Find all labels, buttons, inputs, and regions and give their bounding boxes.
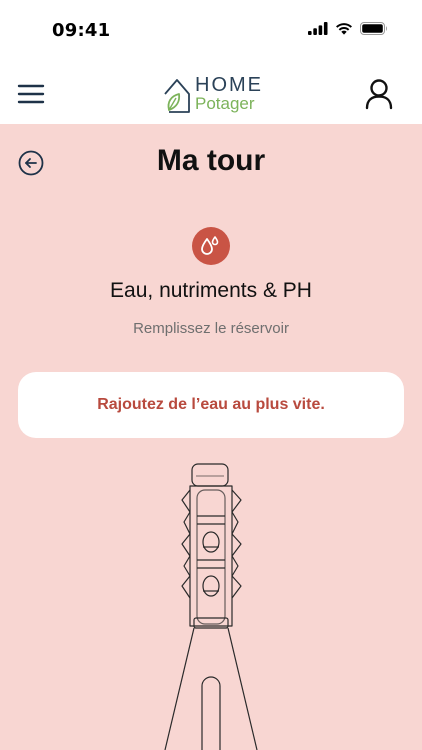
battery-icon — [360, 22, 387, 35]
tower-illustration — [0, 454, 422, 750]
alert-card: Rajoutez de l’eau au plus vite. — [18, 372, 404, 438]
logo-potager-text: Potager — [195, 94, 255, 113]
water-drops-icon — [192, 227, 230, 265]
status-icons — [308, 22, 388, 35]
top-navbar: HOME Potager — [0, 64, 422, 124]
house-leaf-icon — [164, 79, 190, 113]
page-title: Ma tour — [156, 144, 266, 177]
alert-message: Rajoutez de l’eau au plus vite. — [97, 396, 325, 413]
section-title: Eau, nutriments & PH — [110, 279, 312, 302]
status-bar: 09:41 — [0, 0, 422, 64]
home-potager-logo[interactable]: HOME Potager — [161, 74, 271, 118]
wifi-icon — [336, 23, 352, 35]
signal-icon — [308, 22, 328, 35]
user-icon[interactable] — [364, 78, 394, 110]
status-time: 09:41 — [52, 20, 111, 41]
main-content: Ma tour Eau, nutriments & PH Remplissez … — [0, 124, 422, 750]
hamburger-menu-icon[interactable] — [16, 80, 46, 108]
section-subtitle: Remplissez le réservoir — [133, 320, 289, 337]
